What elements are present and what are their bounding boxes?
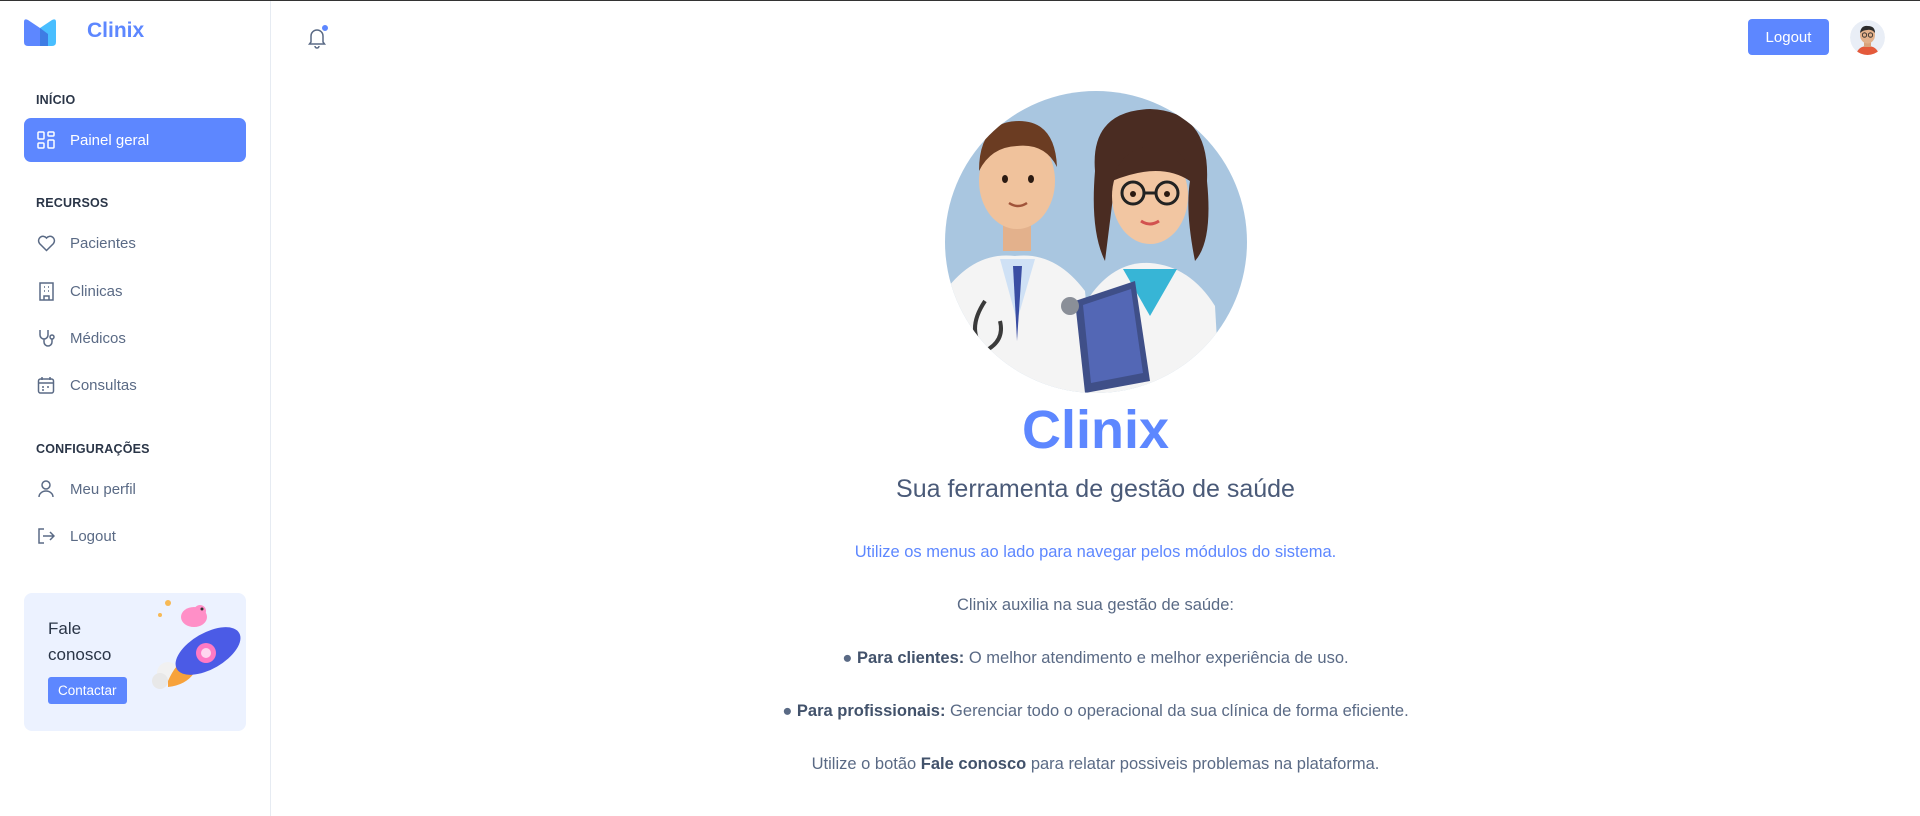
footer-bold: Fale conosco — [920, 755, 1027, 773]
sidebar-item-label: Logout — [70, 527, 116, 545]
logout-button[interactable]: Logout — [1748, 19, 1829, 55]
sidebar-item-label: Painel geral — [70, 131, 150, 149]
sidebar-item-medicos[interactable]: Médicos — [24, 316, 246, 360]
section-title-recursos: RECURSOS — [36, 196, 109, 210]
brand-logo[interactable] — [22, 18, 58, 46]
bullet-label: Para profissionais: — [796, 702, 946, 720]
heart-icon — [36, 233, 56, 253]
building-icon — [36, 281, 56, 301]
doctors-hero-image — [945, 91, 1247, 393]
bullet-label: Para clientes: — [856, 649, 965, 667]
sidebar-item-pacientes[interactable]: Pacientes — [24, 221, 246, 265]
footer-note: Utilize o botão Fale conosco para relata… — [0, 755, 1920, 774]
sidebar-item-label: Consultas — [70, 376, 137, 394]
intro-text: Clinix auxilia na sua gestão de saúde: — [956, 596, 1234, 614]
dashboard-icon — [36, 130, 56, 150]
contact-button[interactable]: Contactar — [48, 677, 127, 704]
navigation-hint: Utilize os menus ao lado para navegar pe… — [854, 543, 1337, 561]
footer-pre: Utilize o botão — [811, 755, 921, 773]
page-title: Clinix — [1021, 400, 1170, 460]
notifications-bell-icon[interactable] — [305, 24, 329, 49]
footer-post: para relatar possiveis problemas na plat… — [1026, 755, 1380, 773]
sidebar-item-clinicas[interactable]: Clinicas — [24, 269, 246, 313]
sidebar-item-label: Pacientes — [70, 234, 136, 252]
bullet-clientes: ● Para clientes: O melhor atendimento e … — [842, 649, 1349, 667]
bullet-text: Gerenciar todo o operacional da sua clín… — [945, 702, 1409, 720]
page-subtitle: Sua ferramenta de gestão de saúde — [896, 475, 1295, 503]
bullet-text: O melhor atendimento e melhor experiênci… — [964, 649, 1349, 667]
brand-name[interactable]: Clinix — [87, 19, 144, 43]
sidebar-item-painel-geral[interactable]: Painel geral — [24, 118, 246, 162]
bullet-profissionais: ● Para profissionais: Gerenciar todo o o… — [782, 702, 1409, 720]
section-title-inicio: INÍCIO — [36, 93, 76, 107]
sidebar-item-label: Médicos — [70, 329, 126, 347]
sidebar-item-label: Clinicas — [70, 282, 123, 300]
clinix-logo-icon — [24, 19, 56, 46]
stethoscope-icon — [36, 328, 56, 348]
calendar-icon — [36, 375, 56, 395]
user-avatar[interactable] — [1850, 20, 1885, 55]
notification-dot — [321, 24, 329, 32]
